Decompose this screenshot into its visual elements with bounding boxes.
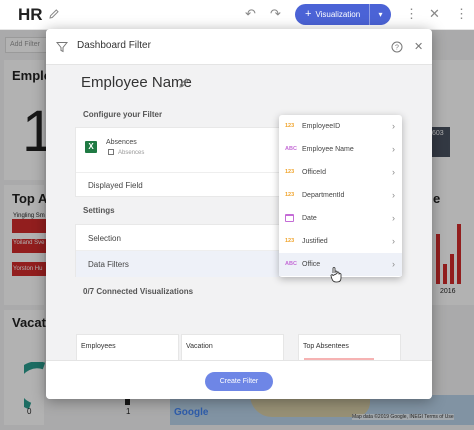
dropdown-item-label: Office [302, 260, 321, 268]
svg-text:?: ? [395, 45, 399, 52]
help-icon[interactable]: ? [391, 40, 403, 58]
chevron-right-icon: › [392, 190, 395, 200]
settings-section-label: Settings [83, 206, 115, 215]
dropdown-item-employeeid[interactable]: 123 EmployeeID › [279, 115, 402, 138]
viz-card-title: Top Absentees [303, 343, 349, 350]
dropdown-item-label: Date [302, 214, 317, 222]
dropdown-item-date[interactable]: Date › [279, 207, 402, 230]
chevron-right-icon: › [392, 121, 395, 131]
sheet-name: Absences [118, 150, 145, 156]
number-type-icon: 123 [285, 123, 295, 129]
more-icon[interactable]: ⋮ [455, 6, 468, 22]
dropdown-item-label: Employee Name [302, 145, 354, 153]
dropdown-item-officeid[interactable]: 123 OfficeId › [279, 161, 402, 184]
visualization-label: Visualization [315, 10, 361, 19]
dropdown-item-justified[interactable]: 123 Justified › [279, 230, 402, 253]
displayed-field-label: Displayed Field [88, 181, 143, 190]
chevron-right-icon: › [392, 259, 395, 269]
plus-icon: + [305, 8, 312, 20]
dialog-title: Dashboard Filter [77, 40, 151, 51]
chevron-right-icon: › [392, 236, 395, 246]
undo-icon[interactable]: ↶ [245, 6, 256, 22]
settings-panel: Selection Data Filters [75, 224, 306, 277]
displayed-field-row[interactable]: Displayed Field [76, 173, 306, 197]
viz-card-title: Employees [81, 343, 116, 350]
field-dropdown: 123 EmployeeID › ABC Employee Name › 123… [279, 115, 402, 277]
create-filter-button[interactable]: Create Filter [205, 372, 273, 391]
number-type-icon: 123 [285, 238, 295, 244]
more-icon[interactable]: ⋮ [405, 6, 418, 22]
redo-icon[interactable]: ↷ [270, 6, 281, 22]
dropdown-item-label: DepartmentId [302, 191, 345, 199]
excel-icon: X [85, 141, 97, 153]
chevron-down-icon[interactable]: ▾ [369, 4, 391, 25]
text-type-icon: ABC [285, 261, 297, 267]
selection-row[interactable]: Selection [76, 225, 306, 251]
dialog-footer: Create Filter [46, 360, 432, 399]
dashboard-title: HR [18, 5, 43, 24]
number-type-icon: 123 [285, 169, 295, 175]
data-source-row[interactable]: X Absences Absences [76, 128, 306, 173]
data-filters-label: Data Filters [88, 260, 129, 269]
add-visualization-button[interactable]: + Visualization ▾ [295, 4, 391, 25]
chevron-right-icon: › [392, 213, 395, 223]
cursor-icon [330, 267, 342, 286]
close-icon[interactable]: ✕ [429, 6, 440, 22]
dropdown-item-label: EmployeeID [302, 122, 341, 130]
data-filters-row[interactable]: Data Filters [76, 251, 306, 277]
chevron-right-icon: › [392, 144, 395, 154]
calendar-icon [285, 214, 294, 222]
dropdown-item-employee-name[interactable]: ABC Employee Name › [279, 138, 402, 161]
data-source-sheet: Absences [108, 149, 144, 156]
dropdown-item-label: Justified [302, 237, 328, 245]
dropdown-item-departmentid[interactable]: 123 DepartmentId › [279, 184, 402, 207]
pencil-icon[interactable] [178, 76, 190, 94]
filter-icon [55, 40, 69, 58]
dialog-header: Dashboard Filter ? ✕ [46, 29, 432, 65]
table-icon [108, 149, 114, 155]
chevron-right-icon: › [392, 167, 395, 177]
dropdown-item-label: OfficeId [302, 168, 326, 176]
connected-viz-label: 0/7 Connected Visualizations [83, 287, 194, 296]
configure-section-label: Configure your Filter [83, 110, 163, 119]
viz-card-title: Vacation [186, 343, 213, 350]
text-type-icon: ABC [285, 146, 297, 152]
selection-label: Selection [88, 234, 121, 243]
dashboard-toolbar: HR ↶ ↷ + Visualization ▾ ⋮ ✕ ⋮ [0, 0, 474, 30]
data-source-name: Absences [106, 139, 137, 146]
pencil-icon[interactable] [48, 8, 60, 23]
number-type-icon: 123 [285, 192, 295, 198]
configure-panel: X Absences Absences Displayed Field [75, 127, 306, 197]
filter-field-title: Employee Name [81, 74, 192, 91]
close-icon[interactable]: ✕ [414, 40, 423, 53]
